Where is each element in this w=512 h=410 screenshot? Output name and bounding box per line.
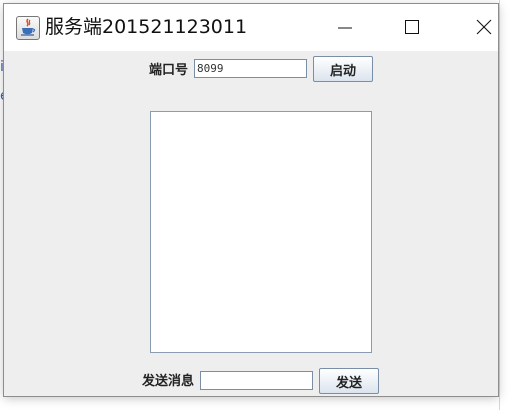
window-title: 服务端201521123011 bbox=[45, 16, 248, 38]
close-button[interactable] bbox=[461, 4, 507, 51]
start-button[interactable]: 启动 bbox=[313, 56, 373, 82]
send-button[interactable]: 发送 bbox=[319, 368, 379, 394]
server-window: 服务端201521123011 端口号 启动 发送消息 发送 bbox=[4, 4, 498, 396]
title-bar[interactable]: 服务端201521123011 bbox=[4, 4, 498, 51]
maximize-icon bbox=[405, 20, 419, 34]
minimize-button[interactable] bbox=[322, 4, 368, 51]
java-coffee-cup-icon[interactable] bbox=[16, 16, 40, 40]
content-pane: 端口号 启动 发送消息 发送 bbox=[4, 51, 498, 396]
port-input[interactable] bbox=[194, 59, 307, 78]
minimize-icon bbox=[338, 27, 352, 29]
maximize-button[interactable] bbox=[389, 4, 435, 51]
send-message-label: 发送消息 bbox=[142, 374, 195, 389]
close-icon bbox=[476, 19, 492, 35]
message-input[interactable] bbox=[200, 371, 313, 390]
message-log-textarea[interactable] bbox=[150, 111, 372, 353]
background-window-edge bbox=[499, 0, 500, 410]
port-label: 端口号 bbox=[149, 63, 189, 78]
